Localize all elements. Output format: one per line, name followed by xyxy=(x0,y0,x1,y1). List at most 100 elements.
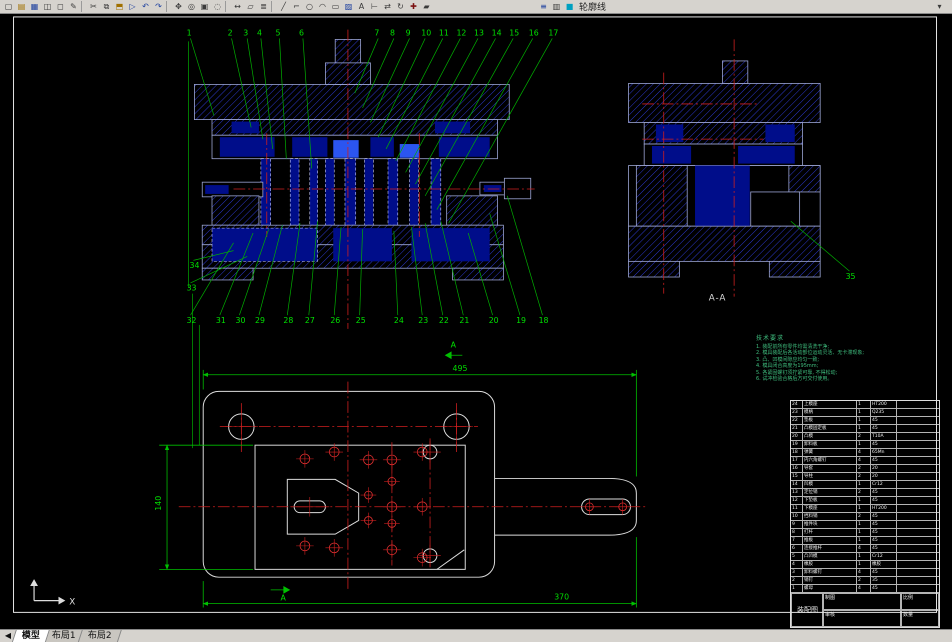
part-callout: 33 xyxy=(187,284,197,293)
note-line: 6. 试冲检验合格后方可交付使用。 xyxy=(756,376,833,382)
part-callout: 26 xyxy=(330,316,340,325)
polyline-icon[interactable]: ⌐ xyxy=(290,1,303,13)
part-callout: 2 xyxy=(228,29,233,38)
undo-icon[interactable]: ↶ xyxy=(139,1,152,13)
part-callout: 25 xyxy=(356,316,366,325)
part-callout: 6 xyxy=(299,29,304,38)
toolbar-options-icon[interactable]: ▾ xyxy=(933,1,946,13)
part-callout: 3 xyxy=(243,29,248,38)
part-callout: 34 xyxy=(190,261,200,270)
bom-row: 17 内六角螺钉 4 45 xyxy=(791,457,939,465)
side-section-view: A-A xyxy=(628,39,821,303)
bom-row: 21 凸模固定板 1 45 xyxy=(791,425,939,433)
title-block: 制图 装配图 比例 审核 数量 xyxy=(791,593,939,627)
bom-body: 24 上模座 1 HT200 23 模柄 1 Q235 22 垫板 1 45 21 凸模固定板 1 45 20 凸… xyxy=(791,401,939,593)
part-callout: 4 xyxy=(257,29,262,38)
part-callout: 28 xyxy=(283,316,293,325)
area-icon[interactable]: ▱ xyxy=(244,1,257,13)
hatch-icon[interactable]: ▨ xyxy=(342,1,355,13)
distance-icon[interactable]: ↔ xyxy=(231,1,244,13)
layers-icon[interactable]: ≡ xyxy=(537,1,550,13)
zoom-realtime-icon[interactable]: ◎ xyxy=(185,1,198,13)
trim-icon[interactable]: ✚ xyxy=(407,1,420,13)
bom-row: 24 上模座 1 HT200 xyxy=(791,401,939,409)
plan-view: 495 370 140 A A xyxy=(154,340,647,608)
bom-row: 7 推板 1 45 xyxy=(791,537,939,545)
dim-linear-icon[interactable]: ⊢ xyxy=(368,1,381,13)
title-block-qty: 数量 xyxy=(901,610,939,627)
part-callout: 18 xyxy=(539,316,549,325)
ucs-icon: X xyxy=(30,579,76,608)
title-block-draw: 制图 xyxy=(823,593,901,610)
current-layer-label[interactable]: 轮廓线 xyxy=(579,0,606,13)
bom-row: 9 推件块 1 45 xyxy=(791,521,939,529)
part-callout: 13 xyxy=(474,29,484,38)
part-callout: 17 xyxy=(548,29,558,38)
drawing-title: 装配图 xyxy=(791,593,823,627)
part-callout: 12 xyxy=(456,29,466,38)
tech-notes-title: 技术要求 xyxy=(756,335,785,342)
bom-row: 6 连接推杆 4 45 xyxy=(791,545,939,553)
text-icon[interactable]: A xyxy=(355,1,368,13)
cut-icon[interactable]: ✂ xyxy=(87,1,100,13)
bom-row: 15 导柱 2 20 xyxy=(791,473,939,481)
bom-row: 18 弹簧 4 65Mn xyxy=(791,449,939,457)
rotate-icon[interactable]: ↻ xyxy=(394,1,407,13)
plot-preview-icon[interactable]: ◻ xyxy=(54,1,67,13)
tab-layout2[interactable]: 布局2 xyxy=(77,629,122,642)
tab-model[interactable]: 模型 xyxy=(11,629,51,642)
match-properties-icon[interactable]: ▷ xyxy=(126,1,139,13)
hole-layer xyxy=(224,409,631,567)
part-callout: 21 xyxy=(459,316,469,325)
drawing-canvas[interactable]: A-A 495 370 140 A A 1 2 3 4 5 6 7 8 9 10… xyxy=(0,14,952,629)
line-icon[interactable]: ╱ xyxy=(277,1,290,13)
top-toolbar: ▢ ▤ ▦ ◫ ◻ ✎ ✂ ⧉ ⬒ ▷ ↶ ↷ ✥ ◎ ▣ ◌ ↔ ▱ ≣ ╱ ⌐ ○ ◠ ▭ ▨ A ⊢ ⇄ ↻ ✚ ▰ ≡ ▥ ■ 轮廓线 ▾ xyxy=(0,0,952,14)
bom-row: 11 下模座 1 HT200 xyxy=(791,505,939,513)
bom-row: 4 橡胶 1 橡胶 xyxy=(791,561,939,569)
move-icon[interactable]: ⇄ xyxy=(381,1,394,13)
erase-icon[interactable]: ▰ xyxy=(420,1,433,13)
publish-icon[interactable]: ✎ xyxy=(67,1,80,13)
part-callout: 22 xyxy=(439,316,449,325)
layer-states-icon[interactable]: ▥ xyxy=(550,1,563,13)
redo-icon[interactable]: ↷ xyxy=(152,1,165,13)
rectangle-icon[interactable]: ▭ xyxy=(329,1,342,13)
dim-width: 495 xyxy=(453,364,468,373)
arc-icon[interactable]: ◠ xyxy=(316,1,329,13)
part-callout: 20 xyxy=(489,316,499,325)
part-callout: 8 xyxy=(390,29,395,38)
bom-table: 24 上模座 1 HT200 23 模柄 1 Q235 22 垫板 1 45 21 凸模固定板 1 45 20 凸… xyxy=(790,400,940,628)
bom-row: 12 下垫板 1 45 xyxy=(791,497,939,505)
part-callout: 10 xyxy=(421,29,431,38)
layer-color-swatch-icon[interactable]: ■ xyxy=(563,1,576,13)
part-callout: 30 xyxy=(235,316,245,325)
dim-left: 140 xyxy=(154,496,163,511)
bom-row: 2 销钉 2 35 xyxy=(791,577,939,585)
cad-application-window: ▢ ▤ ▦ ◫ ◻ ✎ ✂ ⧉ ⬒ ▷ ↶ ↷ ✥ ◎ ▣ ◌ ↔ ▱ ≣ ╱ ⌐ ○ ◠ ▭ ▨ A ⊢ ⇄ ↻ ✚ ▰ ≡ ▥ ■ 轮廓线 ▾ xyxy=(0,0,952,642)
section-mark-bottom: A xyxy=(280,594,286,603)
part-callout: 19 xyxy=(516,316,526,325)
ucs-x-label: X xyxy=(69,598,76,608)
bom-row: 20 凸模 2 T10A xyxy=(791,433,939,441)
open-icon[interactable]: ▤ xyxy=(15,1,28,13)
new-icon[interactable]: ▢ xyxy=(2,1,15,13)
layout-tabbar: ◀ 模型 布局1 布局2 xyxy=(0,629,952,642)
part-callout: 9 xyxy=(406,29,411,38)
part-callout: 23 xyxy=(418,316,428,325)
circle-icon[interactable]: ○ xyxy=(303,1,316,13)
list-icon[interactable]: ≣ xyxy=(257,1,270,13)
save-icon[interactable]: ▦ xyxy=(28,1,41,13)
zoom-window-icon[interactable]: ▣ xyxy=(198,1,211,13)
part-callout: 27 xyxy=(305,316,315,325)
part-callout: 32 xyxy=(187,316,197,325)
part-callout: 15 xyxy=(509,29,519,38)
paste-icon[interactable]: ⬒ xyxy=(113,1,126,13)
bom-row: 16 导套 2 20 xyxy=(791,465,939,473)
plot-icon[interactable]: ◫ xyxy=(41,1,54,13)
copy-icon[interactable]: ⧉ xyxy=(100,1,113,13)
bom-row: 8 打杆 1 45 xyxy=(791,529,939,537)
zoom-previous-icon[interactable]: ◌ xyxy=(211,1,224,13)
section-mark-top: A xyxy=(451,340,457,349)
pan-icon[interactable]: ✥ xyxy=(172,1,185,13)
part-callout: 11 xyxy=(439,29,449,38)
